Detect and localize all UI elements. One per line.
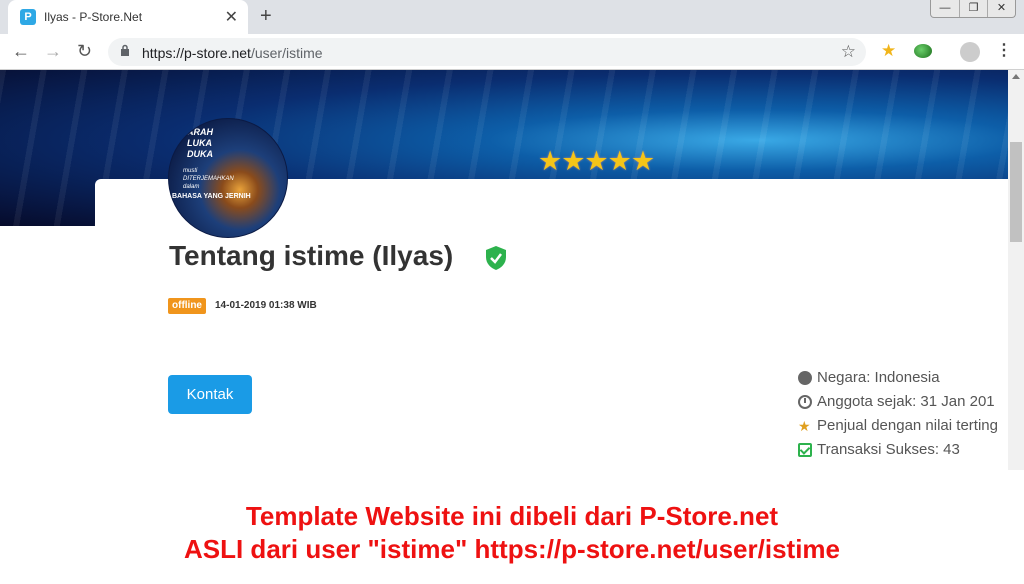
- info-seller-rank-text: Penjual dengan nilai terting: [817, 417, 998, 434]
- avatar-text-middle: musti DITERJEMAHKAN dalam: [183, 168, 234, 190]
- window-controls: — ❐ ✕: [930, 0, 1016, 18]
- verified-shield-icon: [486, 246, 506, 270]
- info-transactions: Transaksi Sukses: 43: [798, 438, 1010, 462]
- lock-icon: [121, 44, 129, 56]
- contact-button[interactable]: Kontak: [168, 375, 252, 414]
- extension-globe-icon[interactable]: [914, 44, 932, 58]
- page-title: Tentang istime (Ilyas): [169, 240, 454, 271]
- info-country: Negara: Indonesia: [798, 366, 1010, 390]
- reload-icon[interactable]: ↻: [77, 41, 92, 62]
- info-member-since: Anggota sejak: 31 Jan 201: [798, 390, 1010, 414]
- clock-icon: [798, 395, 812, 409]
- tab-title: Ilyas - P-Store.Net: [44, 10, 143, 24]
- medal-icon: ★: [798, 418, 811, 434]
- info-transactions-text: Transaksi Sukses: 43: [817, 441, 960, 458]
- avatar: ARAH LUKA DUKA musti DITERJEMAHKAN dalam…: [168, 118, 288, 238]
- url-text: https://p-store.net/user/istime: [142, 45, 323, 61]
- page-scrollbar[interactable]: [1008, 70, 1024, 470]
- watermark-text: Template Website ini dibeli dari P-Store…: [0, 500, 1024, 566]
- bookmark-star-icon[interactable]: ☆: [841, 42, 856, 62]
- new-tab-button[interactable]: +: [260, 5, 272, 28]
- back-arrow-icon[interactable]: ←: [12, 41, 30, 62]
- watermark-line-2: ASLI dari user "istime" https://p-store.…: [183, 534, 841, 564]
- tab-close-icon[interactable]: ✕: [225, 7, 238, 27]
- address-bar[interactable]: https://p-store.net/user/istime ☆: [108, 38, 866, 66]
- browser-toolbar: ← → ↻ https://p-store.net/user/istime ☆: [0, 34, 1024, 70]
- forward-arrow-icon[interactable]: →: [44, 41, 62, 62]
- restore-button[interactable]: ❐: [959, 0, 987, 17]
- watermark-line-1: Template Website ini dibeli dari P-Store…: [245, 501, 779, 531]
- info-seller-rank: ★ Penjual dengan nilai terting: [798, 414, 1010, 438]
- window-close-button[interactable]: ✕: [987, 0, 1015, 17]
- last-seen-timestamp: 14-01-2019 01:38 WIB: [215, 300, 317, 311]
- status-badge: offline: [168, 298, 206, 314]
- rating-stars: ★★★★★: [538, 146, 655, 176]
- extension-star-icon[interactable]: ★: [881, 41, 896, 61]
- browser-tab-strip: P Ilyas - P-Store.Net ✕ + — ❐ ✕: [0, 0, 1024, 34]
- minimize-button[interactable]: —: [931, 0, 959, 17]
- avatar-text-bottom: BAHASA YANG JERNIH: [172, 193, 251, 200]
- info-member-since-text: Anggota sejak: 31 Jan 201: [817, 393, 995, 410]
- browser-menu-icon[interactable]: ⋮: [996, 40, 1012, 60]
- browser-tab[interactable]: P Ilyas - P-Store.Net ✕: [8, 0, 248, 34]
- scroll-thumb[interactable]: [1010, 142, 1022, 242]
- seller-info-list: Negara: Indonesia Anggota sejak: 31 Jan …: [798, 366, 1010, 462]
- check-icon: [798, 443, 812, 457]
- scroll-up-arrow-icon[interactable]: [1012, 74, 1020, 79]
- profile-avatar-icon[interactable]: [960, 42, 980, 62]
- p-store-favicon-icon: P: [20, 9, 36, 25]
- globe-icon: [798, 371, 812, 385]
- info-country-text: Negara: Indonesia: [817, 369, 940, 386]
- avatar-text-top: ARAH LUKA DUKA: [187, 127, 213, 159]
